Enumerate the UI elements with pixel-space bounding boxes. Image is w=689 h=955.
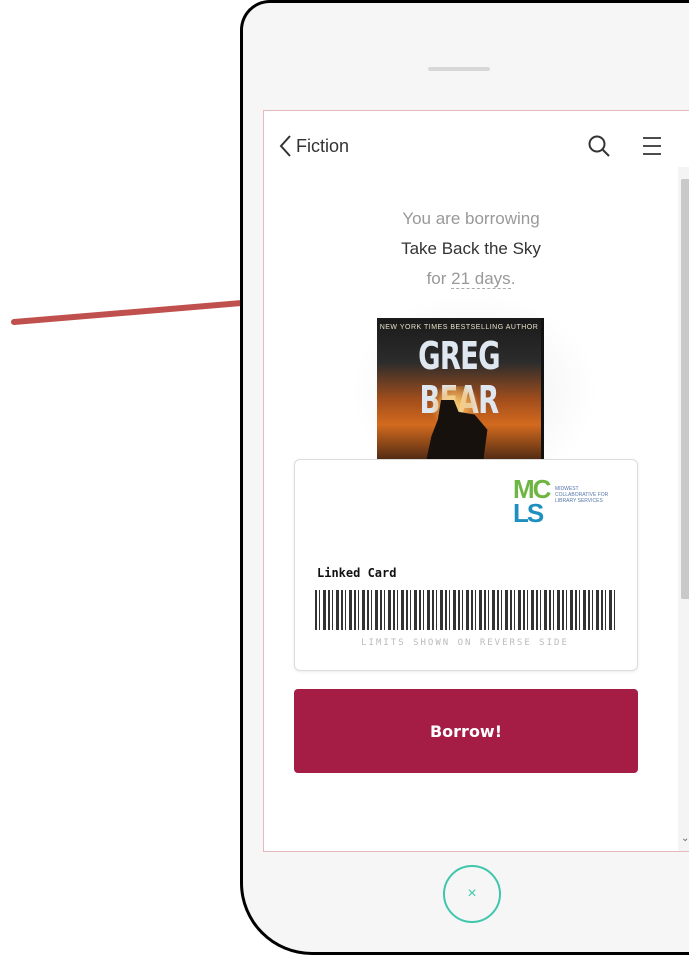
phone-speaker <box>428 67 490 71</box>
book-title: Take Back the Sky <box>401 239 541 258</box>
borrow-button[interactable]: Borrow! <box>294 689 638 773</box>
loan-period-prefix: for <box>426 269 452 288</box>
cover-tagline: NEW YORK TIMES BESTSELLING AUTHOR <box>379 324 539 331</box>
back-button[interactable]: Fiction <box>278 133 349 159</box>
linked-library-card: MC LS Midwest Collaborative for Library … <box>294 459 638 671</box>
book-cover: NEW YORK TIMES BESTSELLING AUTHOR GREG B… <box>377 318 544 466</box>
loan-period-suffix: . <box>510 269 516 288</box>
borrow-content: Fiction You are borrowing Take Back the … <box>264 111 678 851</box>
loan-days-link[interactable]: 21 days <box>451 269 511 289</box>
card-barcode <box>315 590 615 630</box>
card-label: Linked Card <box>317 566 397 580</box>
chevron-left-icon <box>279 135 291 157</box>
scrollbar[interactable]: ⌄ <box>678 167 689 851</box>
borrow-message-line: You are borrowing <box>402 209 540 228</box>
library-logo: MC LS Midwest Collaborative for Library … <box>509 474 619 530</box>
phone-frame: Fiction You are borrowing Take Back the … <box>240 0 689 955</box>
app-screen: Fiction You are borrowing Take Back the … <box>263 110 689 852</box>
logo-ls: LS <box>513 498 544 528</box>
search-icon[interactable] <box>586 133 612 159</box>
scrollbar-thumb[interactable] <box>681 179 689 599</box>
card-fine-print: LIMITS SHOWN ON REVERSE SIDE <box>361 638 569 648</box>
close-icon: × <box>467 885 477 902</box>
app-header: Fiction <box>264 111 678 181</box>
menu-icon[interactable] <box>639 133 665 159</box>
logo-text: Midwest Collaborative for Library Servic… <box>555 486 609 504</box>
close-button[interactable]: × <box>443 865 501 923</box>
loan-period: for 21 days. <box>264 269 678 289</box>
scroll-down-icon[interactable]: ⌄ <box>681 833 689 844</box>
back-label: Fiction <box>296 135 350 156</box>
